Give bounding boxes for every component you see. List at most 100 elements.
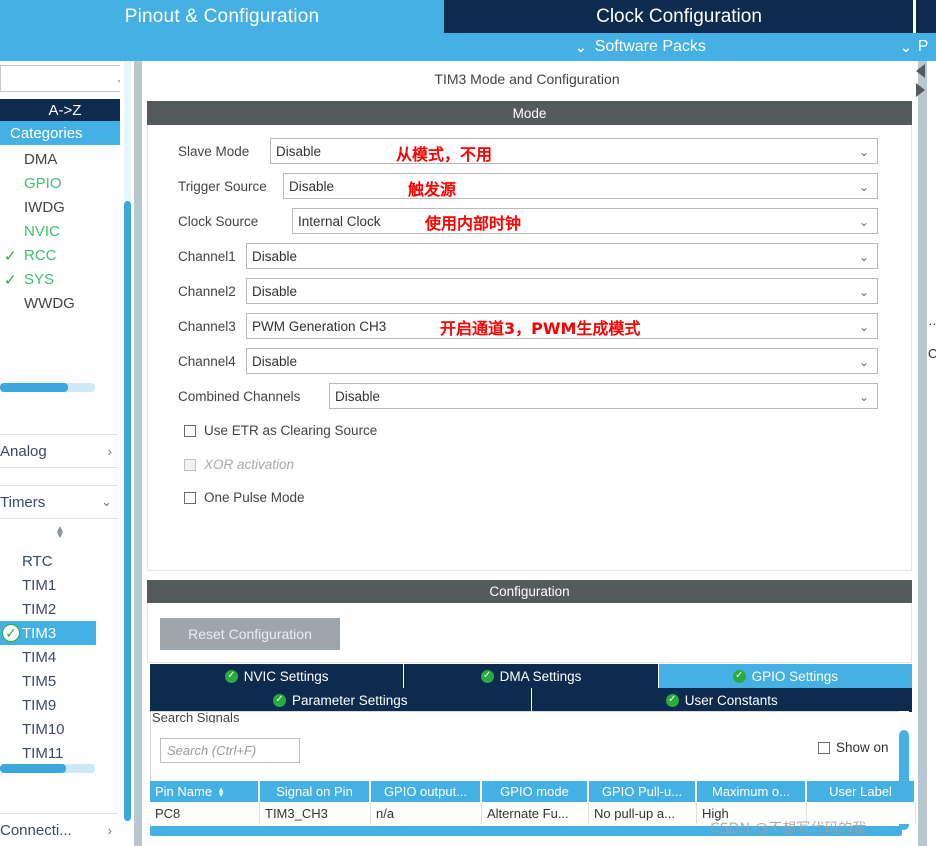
reset-configuration-button[interactable]: Reset Configuration <box>160 618 340 650</box>
sidebar-item-label: RCC <box>24 246 57 264</box>
collapse-left-arrow-icon[interactable] <box>916 64 925 78</box>
channel2-value: Disable <box>252 283 298 299</box>
use-etr-clearing-source-checkbox[interactable]: Use ETR as Clearing Source <box>184 423 377 438</box>
peripheral-filter-select[interactable]: ⌄ <box>0 65 120 92</box>
categories-tab[interactable]: Categories <box>0 121 120 145</box>
sidebar-horizontal-scrollbar-bottom[interactable] <box>0 764 95 773</box>
cell-pin-name: PC8 <box>150 802 260 824</box>
chevron-down-icon: ⌄ <box>858 355 869 369</box>
sidebar-item-iwdg[interactable]: IWDG <box>0 195 120 219</box>
sidebar-item-dma[interactable]: DMA <box>0 147 120 171</box>
scroll-spinner-icon[interactable]: ▲ ▼ <box>52 525 68 541</box>
checkbox-icon <box>184 491 196 504</box>
table-header-maximum-output[interactable]: Maximum o... <box>697 781 807 802</box>
sidebar-item-label: SYS <box>24 270 55 288</box>
sidebar-item-tim9[interactable]: TIM9 <box>0 693 96 717</box>
channel4-select[interactable]: Disable ⌄ <box>246 348 878 374</box>
software-packs-label: Software Packs <box>594 38 706 55</box>
trigger-source-select[interactable]: Disable ⌄ <box>283 173 878 199</box>
chevron-down-icon: ⌄ <box>858 250 869 264</box>
sidebar-item-label: TIM11 <box>22 744 64 762</box>
sidebar-item-tim3[interactable]: ✓ TIM3 <box>0 621 96 645</box>
check-circle-icon: ✓ <box>272 693 286 707</box>
scrollbar-track <box>124 61 131 201</box>
clock-source-label: Clock Source <box>178 213 259 229</box>
tab-user-constants[interactable]: ✓ User Constants <box>531 688 912 712</box>
clock-source-select[interactable]: Internal Clock ⌄ <box>292 208 878 234</box>
tab-overflow-stub[interactable] <box>916 0 936 33</box>
pinout-menu-partial[interactable]: ⌄ P <box>900 33 936 61</box>
sidebar-item-nvic[interactable]: NVIC <box>0 219 120 243</box>
trigger-source-value: Disable <box>289 178 335 194</box>
sidebar-group-analog[interactable]: Analog › <box>0 434 118 468</box>
sidebar-horizontal-scrollbar-top[interactable] <box>0 383 95 392</box>
configuration-section-header: Configuration <box>147 580 912 603</box>
collapse-right-arrow-icon[interactable] <box>916 83 925 97</box>
combined-channels-select[interactable]: Disable ⌄ <box>329 383 878 409</box>
channel2-label: Channel2 <box>178 283 236 299</box>
tab-clock-configuration[interactable]: Clock Configuration <box>444 0 914 33</box>
sidebar-group-label: Connecti... <box>0 821 72 839</box>
channel4-label-wrap: Channel4 <box>178 348 236 374</box>
sidebar-item-rtc[interactable]: RTC <box>0 549 96 573</box>
sidebar-item-tim10[interactable]: TIM10 <box>0 717 96 741</box>
sidebar-group-timers[interactable]: Timers ⌄ <box>0 485 118 519</box>
check-icon: ✓ <box>4 272 17 289</box>
table-header-label: User Label <box>829 784 892 799</box>
show-only-modified-checkbox[interactable]: Show on <box>818 740 889 755</box>
software-packs-menu[interactable]: ⌄ Software Packs <box>575 33 706 61</box>
sidebar-item-wwdg[interactable]: WWDG <box>0 291 120 315</box>
search-input[interactable]: Search (Ctrl+F) <box>160 738 300 763</box>
tab-parameter-settings[interactable]: ✓ Parameter Settings <box>150 688 532 712</box>
chevron-right-icon: › <box>107 822 112 838</box>
scrollbar-thumb[interactable] <box>0 383 68 392</box>
watermark: CSDN @不想写代码的我 <box>710 821 867 837</box>
channel2-select[interactable]: Disable ⌄ <box>246 278 878 304</box>
table-header-gpio-output[interactable]: GPIO output... <box>371 781 482 802</box>
table-header-user-label[interactable]: User Label <box>807 781 916 802</box>
channel3-value: PWM Generation CH3 <box>252 318 387 334</box>
slave-mode-select[interactable]: Disable ⌄ <box>270 138 878 164</box>
table-header-gpio-mode[interactable]: GPIO mode <box>482 781 589 802</box>
tab-dma-settings[interactable]: ✓ DMA Settings <box>404 664 659 688</box>
sort-az-button[interactable]: A->Z <box>0 99 120 121</box>
table-header-pin-name[interactable]: Pin Name ▲ ▼ <box>150 781 260 802</box>
cell-gpio-output: n/a <box>371 802 482 824</box>
panel-splitter[interactable] <box>918 61 927 846</box>
one-pulse-mode-checkbox[interactable]: One Pulse Mode <box>184 490 305 505</box>
sidebar-item-label: TIM2 <box>22 600 57 618</box>
channel3-label-wrap: Channel3 <box>178 313 236 339</box>
channel1-select[interactable]: Disable ⌄ <box>246 243 878 269</box>
channel1-label: Channel1 <box>178 248 236 264</box>
chevron-down-icon-timers: ⌄ <box>101 494 112 509</box>
combined-channels-label: Combined Channels <box>178 388 301 404</box>
scrollbar-thumb[interactable] <box>0 764 66 773</box>
tab-gpio-settings[interactable]: ✓ GPIO Settings <box>658 664 912 688</box>
table-header-label: Pin Name <box>155 784 213 799</box>
sidebar-item-rcc[interactable]: ✓ RCC <box>0 243 120 267</box>
sidebar-item-gpio[interactable]: GPIO <box>0 171 120 195</box>
table-header-gpio-pullup[interactable]: GPIO Pull-u... <box>589 781 697 802</box>
table-header-label: Maximum o... <box>711 784 790 799</box>
sidebar-item-tim2[interactable]: TIM2 <box>0 597 96 621</box>
channel4-value: Disable <box>252 353 298 369</box>
timers-peripheral-list: RTC TIM1 TIM2 ✓ TIM3 TIM4 TIM5 TIM9 TIM1… <box>0 549 96 765</box>
sidebar-item-tim11[interactable]: TIM11 <box>0 741 96 765</box>
top-tab-bar: Pinout & Configuration Clock Configurati… <box>0 0 936 33</box>
sidebar-vertical-scrollbar[interactable] <box>120 61 134 846</box>
sidebar-item-label: RTC <box>22 552 53 570</box>
sidebar-item-sys[interactable]: ✓ SYS <box>0 267 120 291</box>
sidebar-item-label: IWDG <box>24 198 65 216</box>
scrollbar-thumb[interactable] <box>124 201 131 821</box>
chevron-down-icon-right: ⌄ <box>900 39 912 55</box>
tab-nvic-settings[interactable]: ✓ NVIC Settings <box>150 664 405 688</box>
sidebar-group-connectivity[interactable]: Connecti... › <box>0 813 118 846</box>
tab-pinout-configuration[interactable]: Pinout & Configuration <box>0 0 444 33</box>
reset-configuration-label: Reset Configuration <box>188 626 312 642</box>
sidebar-item-tim5[interactable]: TIM5 <box>0 669 96 693</box>
cell-gpio-pullup: No pull-up a... <box>589 802 697 824</box>
sidebar-item-tim4[interactable]: TIM4 <box>0 645 96 669</box>
channel1-label-wrap: Channel1 <box>178 243 236 269</box>
table-header-signal-on-pin[interactable]: Signal on Pin <box>260 781 371 802</box>
sidebar-item-tim1[interactable]: TIM1 <box>0 573 96 597</box>
